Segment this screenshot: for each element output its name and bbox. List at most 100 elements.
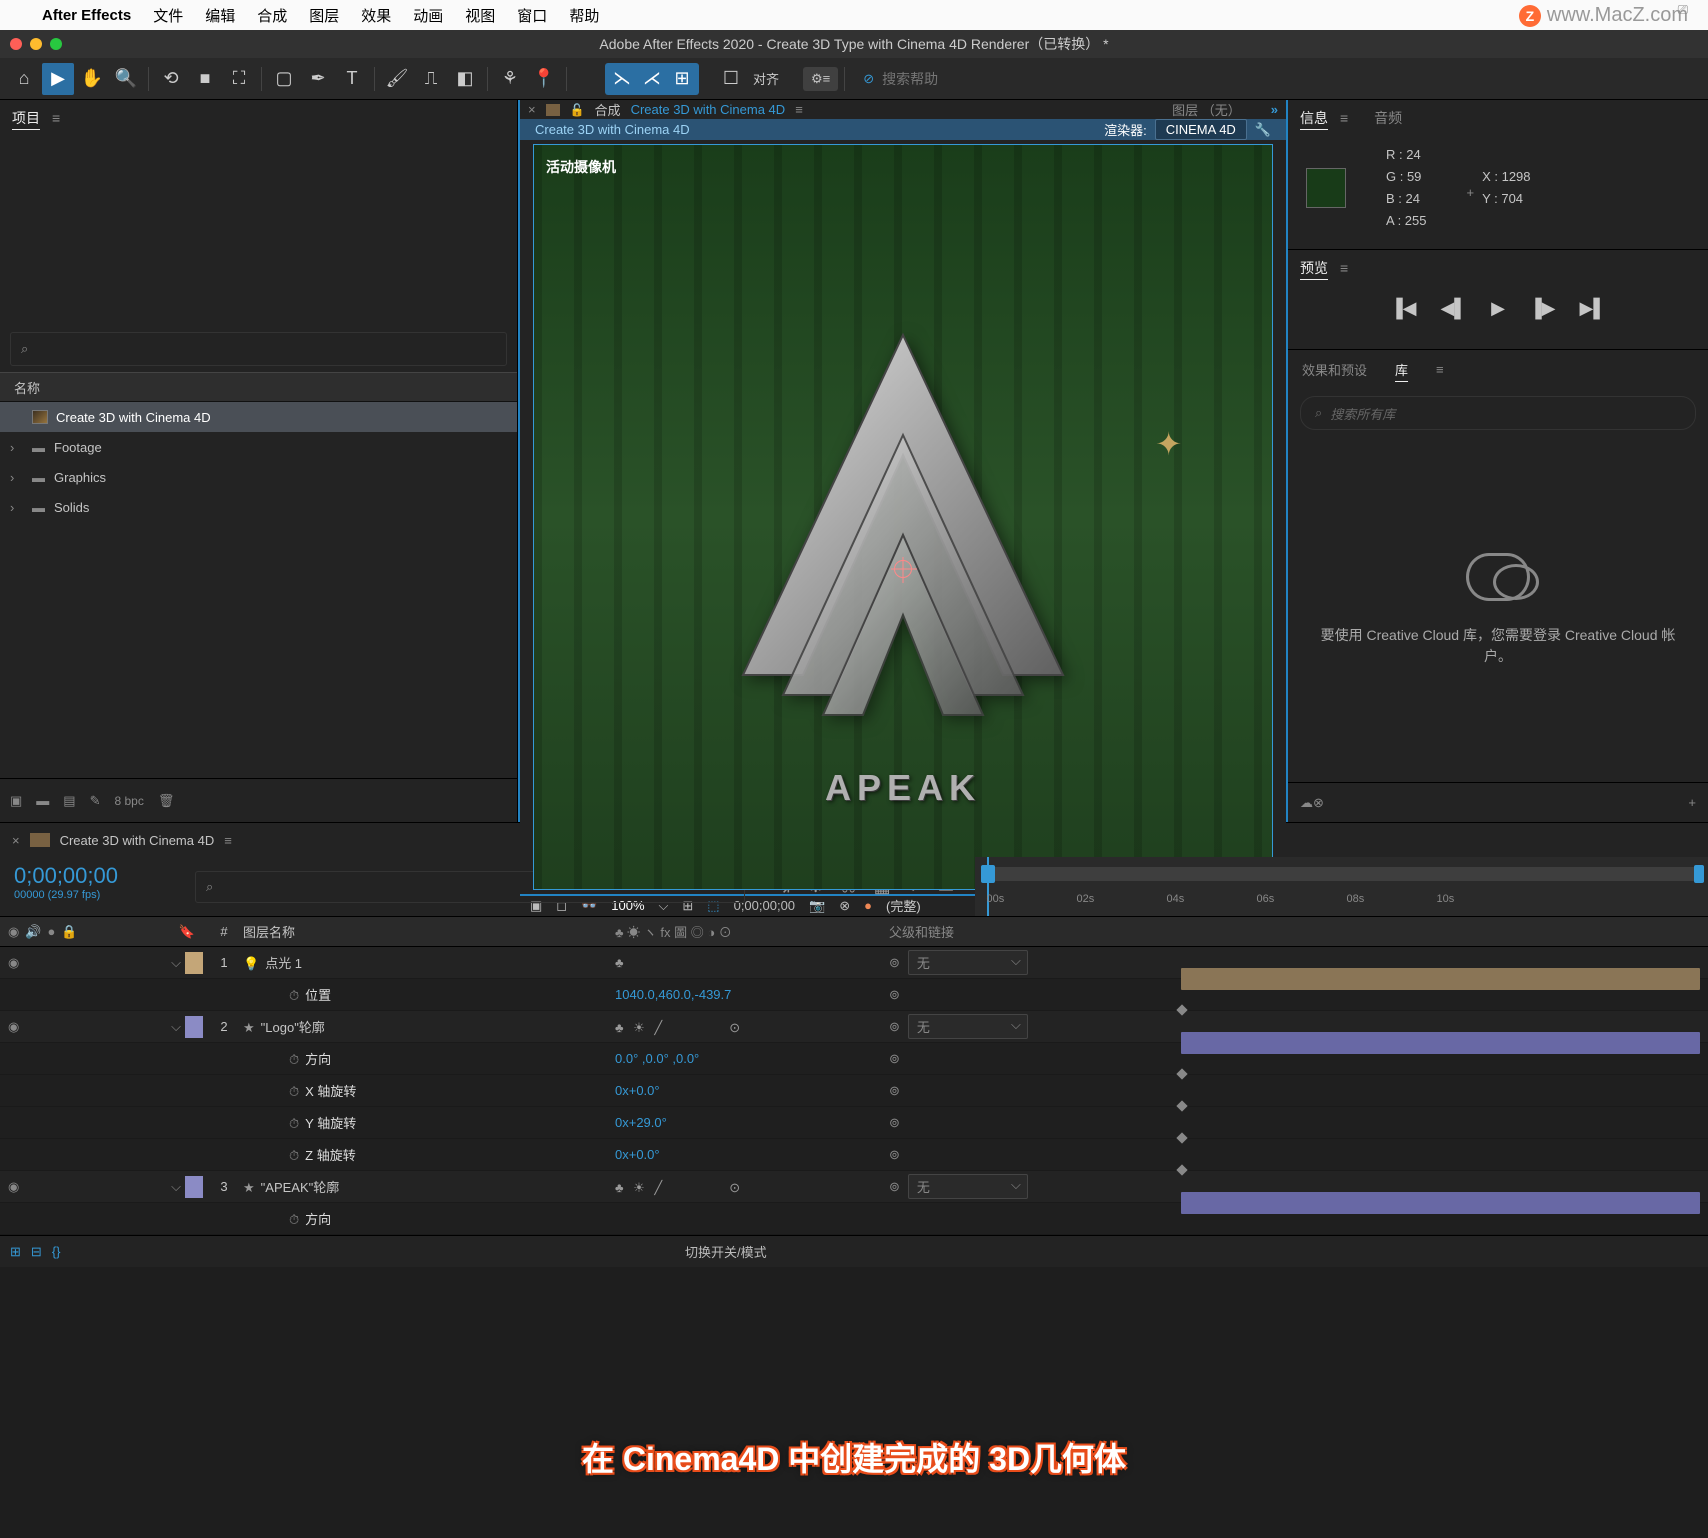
last-frame-button[interactable]: ▶▌ xyxy=(1580,298,1607,319)
project-tab[interactable]: 项目 xyxy=(12,108,40,128)
panel-menu-icon[interactable]: ≡ xyxy=(224,833,232,848)
parent-dropdown[interactable]: 无 xyxy=(908,950,1028,975)
property-value[interactable]: 0x+0.0° xyxy=(615,1147,660,1162)
comp-tab-name[interactable]: Create 3D with Cinema 4D xyxy=(631,102,786,117)
roto-brush-tool[interactable]: ⚘ xyxy=(494,63,526,95)
project-item-folder[interactable]: ›▬ Solids xyxy=(0,492,517,522)
audio-icon[interactable]: 🔊 xyxy=(25,924,41,940)
label-icon[interactable]: 🔖 xyxy=(179,924,195,940)
pickwhip-icon[interactable]: ⊚ xyxy=(889,1083,900,1098)
property-value[interactable]: 0x+0.0° xyxy=(615,1083,660,1098)
toggle-switches-icon[interactable]: ⊞ xyxy=(10,1244,21,1260)
current-time[interactable]: 0;00;00;00 xyxy=(14,863,171,889)
new-folder-icon[interactable]: ▬ xyxy=(36,793,49,808)
menu-layer[interactable]: 图层 xyxy=(309,5,339,26)
help-search-input[interactable] xyxy=(882,71,1002,87)
switches-column[interactable]: ♣ ☀ ヽ fx 圖 ◎ ◑ ⊙ xyxy=(609,922,889,941)
brush-tool[interactable]: 🖌 xyxy=(381,63,413,95)
panel-menu-icon[interactable]: ≡ xyxy=(795,102,803,117)
stopwatch-icon[interactable]: ⏱ xyxy=(289,1084,299,1099)
layer-bar[interactable] xyxy=(1181,1032,1700,1054)
layer-color-tan[interactable] xyxy=(185,952,203,974)
layer-row[interactable]: ◉ ⌵ 1 💡点光 1 ♣ ⊚无 xyxy=(0,947,1708,979)
visibility-toggle[interactable]: ◉ xyxy=(8,955,19,971)
stopwatch-icon[interactable]: ⏱ xyxy=(289,1116,299,1131)
pickwhip-icon[interactable]: ⊚ xyxy=(889,987,900,1002)
close-tab-button[interactable]: × xyxy=(12,833,20,848)
property-row[interactable]: ⏱Y 轴旋转 0x+29.0° ⊚ xyxy=(0,1107,1708,1139)
pen-tool[interactable]: ✒ xyxy=(302,63,334,95)
play-button[interactable]: ▶ xyxy=(1491,298,1505,319)
settings-icon[interactable]: ✎ xyxy=(90,793,101,809)
lock-icon[interactable]: 🔒 xyxy=(61,924,77,940)
property-value[interactable]: 1040.0,460.0,-439.7 xyxy=(615,987,731,1002)
panel-menu-icon[interactable]: ≡ xyxy=(1340,110,1348,126)
menu-effect[interactable]: 效果 xyxy=(361,5,391,26)
puppet-pin-tool[interactable]: 📍 xyxy=(528,63,560,95)
composition-viewport[interactable]: 活动摄像机 ✦ APEAK xyxy=(533,144,1273,890)
renderer-value[interactable]: CINEMA 4D xyxy=(1155,119,1247,140)
preview-tab[interactable]: 预览 xyxy=(1300,258,1328,278)
property-value[interactable]: 0x+29.0° xyxy=(615,1115,667,1130)
bpc-button[interactable]: 8 bpc xyxy=(115,794,144,808)
renderer-comp-name[interactable]: Create 3D with Cinema 4D xyxy=(535,122,690,137)
project-search[interactable]: ⌕ xyxy=(10,332,507,366)
new-comp-icon[interactable]: ▤ xyxy=(63,793,75,809)
visibility-toggle[interactable]: ◉ xyxy=(8,1019,19,1035)
libraries-tab[interactable]: 库 xyxy=(1395,360,1408,379)
layer-tab[interactable]: 图层 （无） xyxy=(1172,100,1241,119)
layer-row[interactable]: ◉ ⌵ 2 ★"Logo"轮廓 ♣ ☀ ╱ ⊙ ⊚无 xyxy=(0,1011,1708,1043)
project-item-comp[interactable]: Create 3D with Cinema 4D xyxy=(0,402,517,432)
rectangle-tool[interactable]: ▢ xyxy=(268,63,300,95)
eye-icon[interactable]: ◉ xyxy=(8,924,19,940)
project-column-header[interactable]: 名称 ⎚ xyxy=(0,372,517,402)
toggle-switches-modes[interactable]: 切换开关/模式 xyxy=(685,1242,767,1261)
pan-behind-tool[interactable]: ⛶ xyxy=(223,63,255,95)
zoom-tool[interactable]: 🔍 xyxy=(110,63,142,95)
clone-stamp-tool[interactable]: ⎍ xyxy=(415,63,447,95)
menu-window[interactable]: 窗口 xyxy=(517,5,547,26)
toggle-panes-icon[interactable]: {} xyxy=(52,1244,61,1259)
effects-presets-tab[interactable]: 效果和预设 xyxy=(1302,360,1367,379)
stopwatch-icon[interactable]: ⏱ xyxy=(289,988,299,1003)
lock-icon[interactable]: 🔓 xyxy=(570,103,585,117)
menu-file[interactable]: 文件 xyxy=(153,5,183,26)
home-tool[interactable]: ⌂ xyxy=(8,63,40,95)
pickwhip-icon[interactable]: ⊚ xyxy=(889,1147,900,1162)
number-column[interactable]: # xyxy=(209,924,239,939)
prev-frame-button[interactable]: ◀▌ xyxy=(1440,298,1467,319)
stopwatch-icon[interactable]: ⏱ xyxy=(289,1148,299,1163)
flowchart-icon[interactable]: ⎚ xyxy=(1678,2,1688,18)
stopwatch-icon[interactable]: ⏱ xyxy=(289,1212,299,1227)
close-tab-button[interactable]: × xyxy=(528,102,536,117)
local-axis-tool[interactable]: ⋋ xyxy=(607,65,637,93)
stopwatch-icon[interactable]: ⏱ xyxy=(289,1052,299,1067)
snap-checkbox[interactable]: ☐ xyxy=(715,63,747,95)
selection-tool[interactable]: ▶ xyxy=(42,63,74,95)
info-tab[interactable]: 信息 xyxy=(1300,108,1328,128)
layer-color-purple[interactable] xyxy=(185,1176,203,1198)
layer-name-column[interactable]: 图层名称 xyxy=(239,922,609,941)
close-window-button[interactable] xyxy=(10,38,22,50)
world-axis-tool[interactable]: ⋌ xyxy=(637,65,667,93)
trash-icon[interactable]: 🗑 xyxy=(158,793,175,809)
solo-icon[interactable]: ● xyxy=(48,924,56,939)
add-library-icon[interactable]: + xyxy=(1688,795,1696,810)
property-value[interactable]: 0.0° ,0.0° ,0.0° xyxy=(615,1051,699,1066)
menu-animation[interactable]: 动画 xyxy=(413,5,443,26)
panel-menu-icon[interactable]: ≡ xyxy=(1436,362,1444,377)
audio-tab[interactable]: 音频 xyxy=(1374,108,1402,128)
parent-dropdown[interactable]: 无 xyxy=(908,1014,1028,1039)
libraries-search[interactable]: ⌕ 搜索所有库 xyxy=(1300,396,1696,430)
view-axis-tool[interactable]: ⊞ xyxy=(667,65,697,93)
menu-composition[interactable]: 合成 xyxy=(257,5,287,26)
renderer-settings-icon[interactable]: 🔧 xyxy=(1255,122,1271,138)
pickwhip-icon[interactable]: ⊚ xyxy=(889,955,900,971)
menu-help[interactable]: 帮助 xyxy=(569,5,599,26)
tool-settings-button[interactable]: ⚙≡ xyxy=(803,67,838,91)
pickwhip-icon[interactable]: ⊚ xyxy=(889,1019,900,1035)
sync-icon[interactable]: ☁⊗ xyxy=(1300,795,1324,811)
next-frame-button[interactable]: ▐▶ xyxy=(1529,298,1556,319)
pickwhip-icon[interactable]: ⊚ xyxy=(889,1051,900,1066)
interpret-footage-icon[interactable]: ▣ xyxy=(10,793,22,809)
